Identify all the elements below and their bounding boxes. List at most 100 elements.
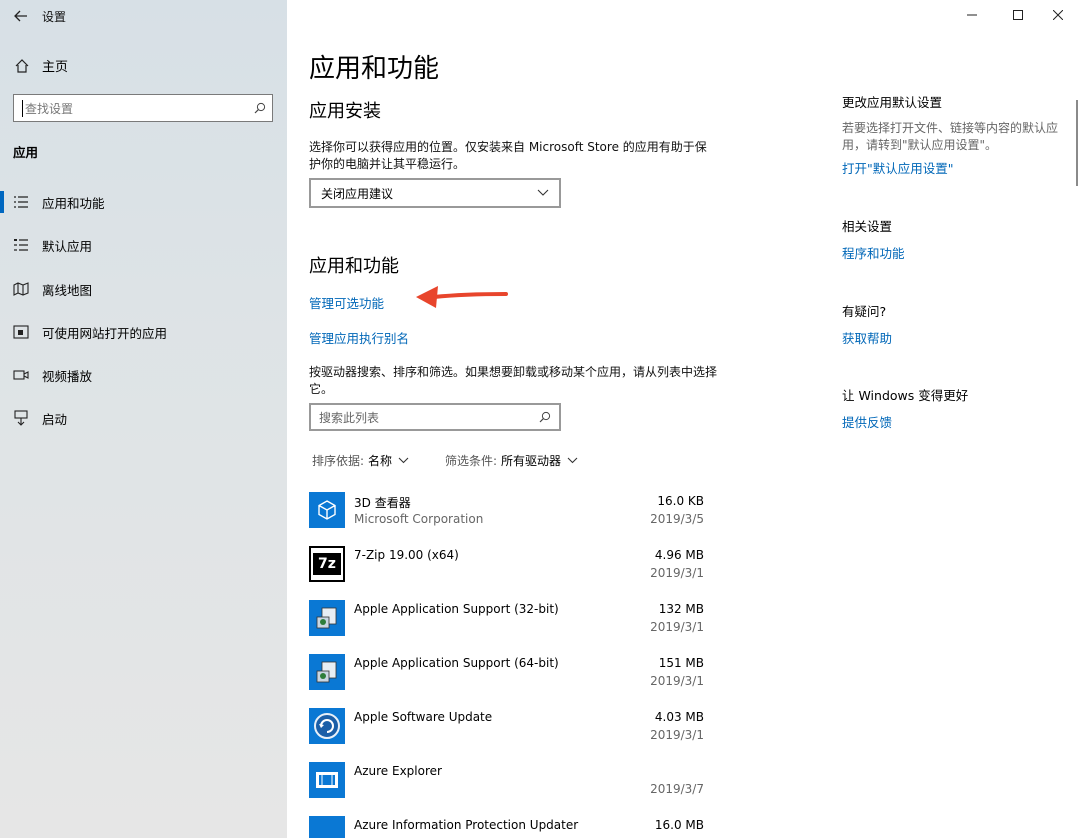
back-arrow-icon	[14, 10, 27, 22]
close-icon	[1053, 10, 1063, 20]
app-size: 16.0 MB	[654, 818, 704, 832]
sidebar-item-apps-for-websites[interactable]: 可使用网站打开的应用	[0, 312, 287, 352]
installer-icon	[309, 654, 345, 690]
offline-maps-icon	[12, 281, 30, 297]
sidebar-item-video-playback[interactable]: 视频播放	[0, 355, 287, 395]
app-list-item[interactable]: Azure Information Protection Updater 16.…	[309, 816, 709, 838]
help-section: 有疑问? 获取帮助	[842, 301, 1067, 347]
app-list-search-input[interactable]: 搜索此列表	[319, 409, 379, 426]
app-date: 2019/3/1	[650, 728, 704, 742]
indicator-spacer	[0, 364, 4, 386]
app-install-dropdown[interactable]: 关闭应用建议	[309, 178, 561, 208]
scrollbar[interactable]	[1076, 100, 1078, 186]
home-link[interactable]: 主页	[14, 56, 68, 75]
app-date: 2019/3/1	[650, 566, 704, 580]
app-list-item[interactable]: 3D 查看器 Microsoft Corporation 16.0 KB 201…	[309, 492, 709, 546]
indicator-spacer	[0, 234, 4, 256]
filter-value: 所有驱动器	[501, 454, 562, 468]
azure-info-icon	[309, 816, 345, 838]
minimize-button[interactable]	[950, 0, 994, 30]
sort-selector[interactable]: 排序依据: 名称	[312, 452, 409, 469]
app-name: 3D 查看器	[354, 496, 411, 510]
sidebar-item-apps-features[interactable]: 应用和功能	[0, 182, 287, 222]
sidebar-section-title: 应用	[13, 145, 39, 160]
app-date: 2019/3/7	[650, 782, 704, 796]
get-help-link[interactable]: 获取帮助	[842, 328, 1067, 347]
indicator-spacer	[0, 278, 4, 300]
sort-value: 名称	[368, 454, 393, 468]
close-button[interactable]	[1036, 0, 1080, 30]
app-list-search-box[interactable]: 搜索此列表	[309, 403, 561, 431]
indicator-spacer	[0, 321, 4, 343]
related-settings-title: 相关设置	[842, 219, 893, 234]
help-title: 有疑问?	[842, 304, 887, 319]
apps-features-heading: 应用和功能	[309, 256, 399, 277]
startup-icon	[12, 410, 30, 426]
indicator-spacer	[0, 407, 4, 429]
chevron-down-icon	[398, 457, 409, 464]
minimize-icon	[967, 14, 977, 16]
window-title: 设置	[42, 9, 67, 24]
related-settings-section: 相关设置 程序和功能	[842, 216, 1067, 262]
settings-search-input[interactable]: 查找设置	[22, 99, 254, 117]
give-feedback-link[interactable]: 提供反馈	[842, 412, 1067, 431]
app-date: 2019/3/5	[650, 512, 704, 526]
change-defaults-section: 更改应用默认设置 若要选择打开文件、链接等内容的默认应用，请转到"默认应用设置"…	[842, 92, 1067, 177]
sidebar-item-startup[interactable]: 启动	[0, 398, 287, 438]
search-icon	[539, 411, 551, 423]
title-bar: 设置	[0, 0, 287, 32]
app-name: Azure Information Protection Updater	[354, 818, 579, 832]
home-icon	[15, 58, 29, 73]
app-name: 7-Zip 19.00 (x64)	[354, 548, 459, 562]
app-size: 151 MB	[658, 656, 704, 670]
app-list-item[interactable]: Azure Explorer 2019/3/7	[309, 762, 709, 816]
sidebar-item-default-apps[interactable]: 默认应用	[0, 225, 287, 265]
sidebar-item-label: 离线地图	[42, 282, 93, 298]
annotation-arrow-icon	[416, 286, 508, 308]
chevron-down-icon	[537, 189, 549, 196]
change-defaults-title: 更改应用默认设置	[842, 95, 943, 110]
apps-list-description: 按驱动器搜索、排序和筛选。如果想要卸载或移动某个应用，请从列表中选择它。	[309, 365, 718, 396]
manage-app-alias-link[interactable]: 管理应用执行别名	[309, 328, 409, 347]
app-name: Apple Software Update	[354, 710, 493, 724]
apps-features-icon	[12, 194, 30, 210]
sidebar-item-offline-maps[interactable]: 离线地图	[0, 269, 287, 309]
sidebar-item-label: 应用和功能	[42, 195, 105, 211]
open-default-apps-link[interactable]: 打开"默认应用设置"	[842, 158, 1067, 177]
page-title: 应用和功能	[309, 54, 440, 84]
azure-explorer-icon	[309, 762, 345, 798]
app-date: 2019/3/1	[650, 674, 704, 688]
default-apps-icon	[12, 237, 30, 253]
home-label: 主页	[42, 60, 69, 75]
settings-search-box[interactable]: 查找设置	[13, 94, 273, 122]
app-list-item[interactable]: Apple Application Support (32-bit) 132 M…	[309, 600, 709, 654]
sidebar: 设置 主页 查找设置 应用 应用和功能 默认应用 离线地图 可使用网站打开的应用…	[0, 0, 287, 838]
filter-selector[interactable]: 筛选条件: 所有驱动器	[445, 452, 578, 469]
feedback-title: 让 Windows 变得更好	[842, 388, 969, 403]
3d-viewer-icon	[309, 492, 345, 528]
app-publisher: Microsoft Corporation	[354, 512, 484, 526]
app-size: 4.03 MB	[654, 710, 704, 724]
apple-update-icon	[309, 708, 345, 744]
app-install-description: 选择你可以获得应用的位置。仅安装来自 Microsoft Store 的应用有助…	[309, 140, 707, 171]
app-size: 16.0 KB	[657, 494, 704, 508]
sidebar-item-label: 可使用网站打开的应用	[42, 325, 168, 341]
app-install-heading: 应用安装	[309, 101, 381, 122]
dropdown-value: 关闭应用建议	[321, 186, 394, 201]
change-defaults-text: 若要选择打开文件、链接等内容的默认应用，请转到"默认应用设置"。	[842, 121, 1059, 152]
app-list-item[interactable]: Apple Application Support (64-bit) 151 M…	[309, 654, 709, 708]
programs-features-link[interactable]: 程序和功能	[842, 243, 1067, 262]
manage-optional-features-link[interactable]: 管理可选功能	[309, 293, 384, 312]
search-icon	[254, 102, 266, 114]
video-playback-icon	[12, 367, 30, 383]
back-button[interactable]	[0, 0, 42, 32]
maximize-button[interactable]	[996, 0, 1040, 30]
app-list-item[interactable]: 7z 7-Zip 19.00 (x64) 4.96 MB 2019/3/1	[309, 546, 709, 600]
active-indicator	[0, 191, 4, 213]
sidebar-item-label: 默认应用	[42, 238, 93, 254]
chevron-down-icon	[567, 457, 578, 464]
app-size: 132 MB	[658, 602, 704, 616]
app-list-item[interactable]: Apple Software Update 4.03 MB 2019/3/1	[309, 708, 709, 762]
maximize-icon	[1013, 10, 1023, 20]
installer-icon	[309, 600, 345, 636]
